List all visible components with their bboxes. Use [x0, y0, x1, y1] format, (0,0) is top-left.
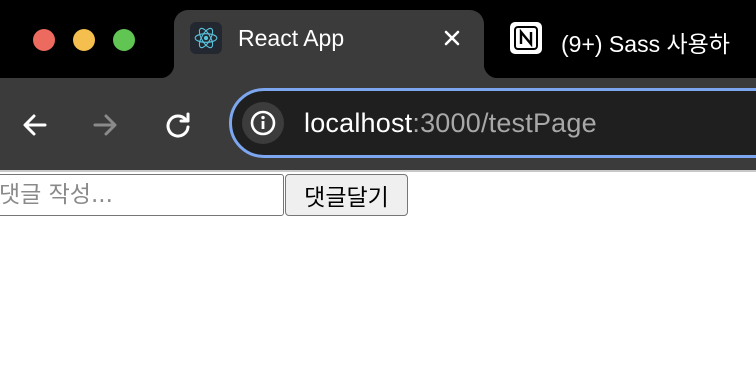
back-button[interactable] — [15, 105, 55, 145]
close-tab-icon[interactable] — [440, 26, 464, 50]
page-content: 댓글달기 — [0, 172, 756, 392]
tab-title: React App — [238, 25, 345, 51]
url-host: localhost — [304, 108, 413, 138]
tab-react-app[interactable]: React App — [160, 10, 498, 78]
arrow-right-icon — [93, 114, 117, 136]
address-bar[interactable]: localhost:3000/testPage — [229, 88, 756, 158]
comment-input[interactable] — [0, 174, 284, 216]
react-logo-icon — [190, 22, 222, 54]
window-maximize-button[interactable] — [113, 29, 135, 51]
window-minimize-button[interactable] — [73, 29, 95, 51]
reload-button[interactable] — [158, 105, 198, 145]
window-close-button[interactable] — [33, 29, 55, 51]
tab-title: (9+) Sass 사용하 — [561, 31, 730, 57]
site-info-icon[interactable] — [242, 102, 284, 144]
submit-comment-button[interactable]: 댓글달기 — [285, 174, 408, 216]
reload-icon — [166, 112, 190, 138]
url-path: :3000/testPage — [412, 108, 597, 138]
tab-sass[interactable]: (9+) Sass 사용하 — [498, 10, 756, 66]
notion-logo-icon — [510, 22, 542, 54]
browser-toolbar: localhost:3000/testPage — [0, 78, 756, 170]
tab-strip: React App (9+) Sass 사용하 — [0, 0, 756, 78]
url-text: localhost:3000/testPage — [304, 108, 597, 139]
arrow-left-icon — [23, 114, 47, 136]
forward-button[interactable] — [85, 105, 125, 145]
